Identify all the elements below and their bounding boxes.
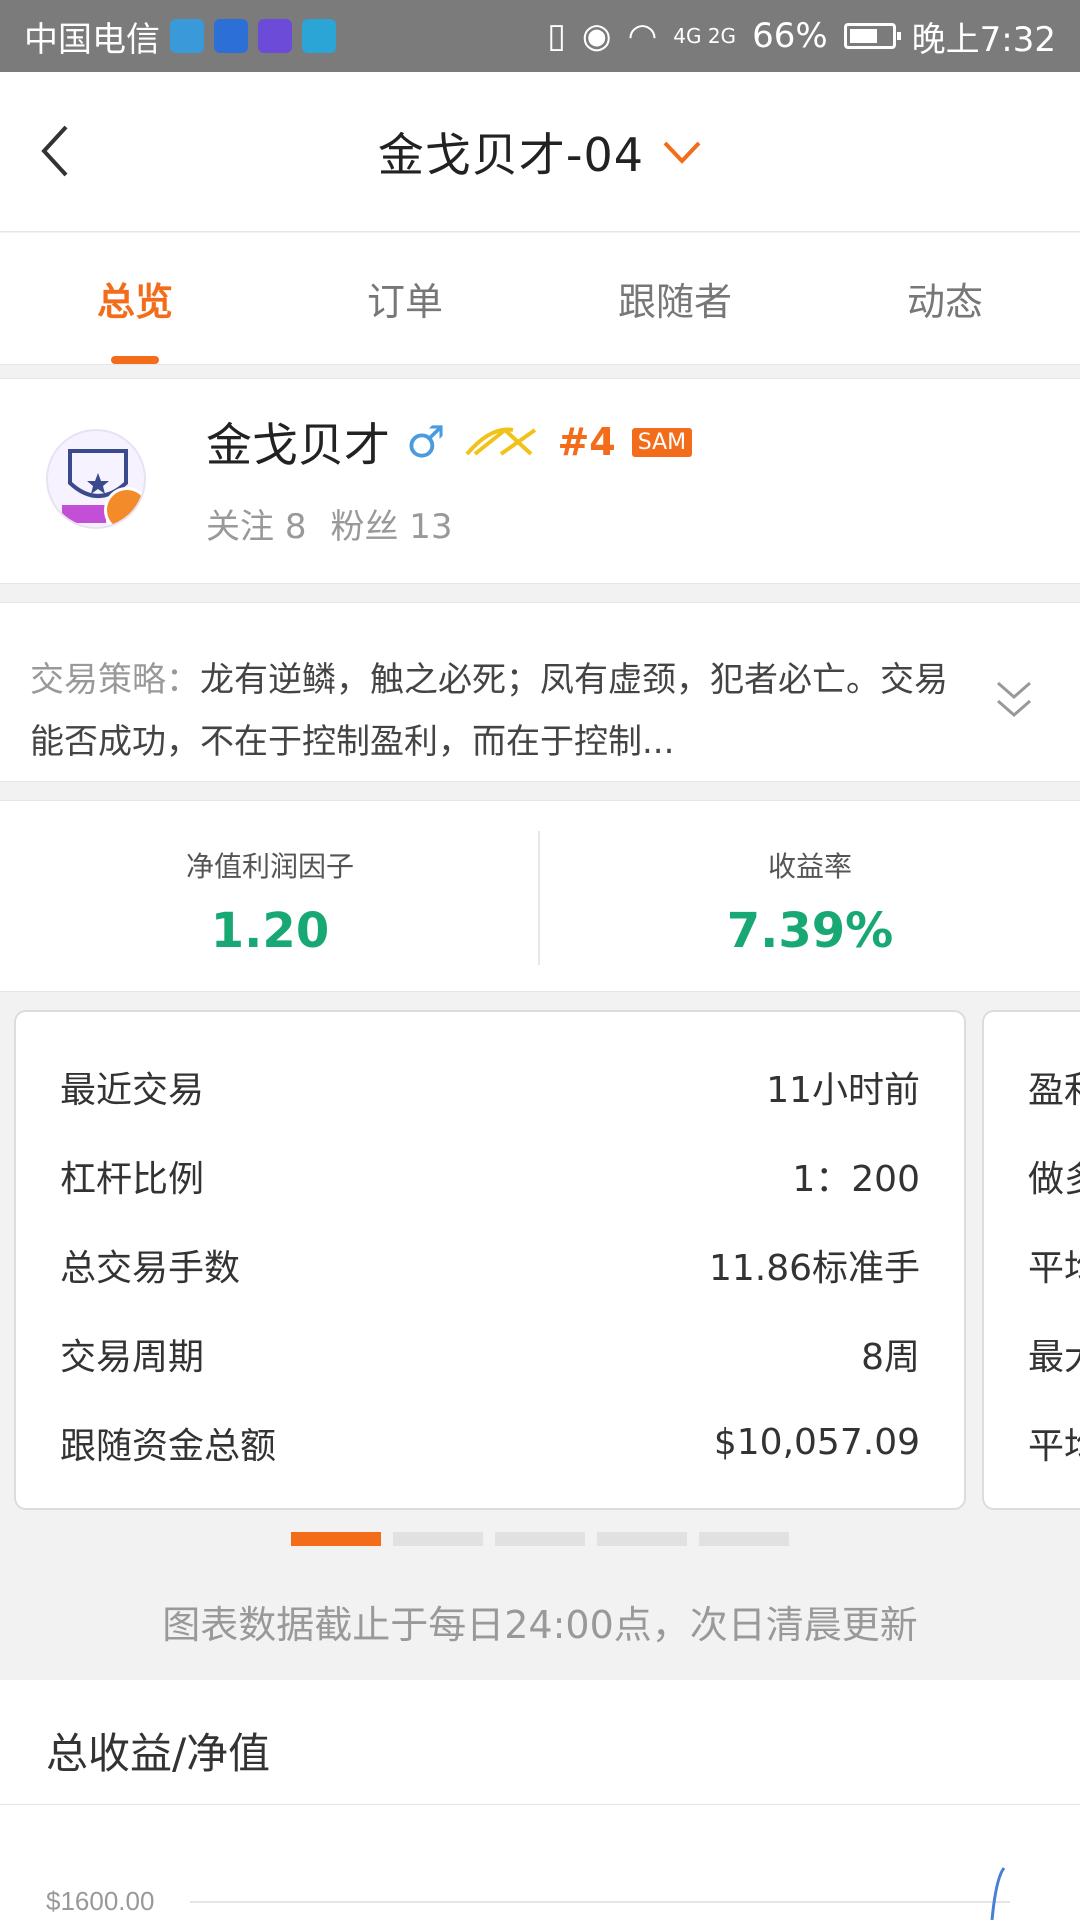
tab-label: 跟随者 (617, 280, 732, 324)
fans-stat[interactable]: 粉丝 13 (330, 499, 452, 548)
follow-stat[interactable]: 关注 8 (206, 499, 306, 548)
metric-value: 1.20 (210, 903, 330, 959)
carousel-pagination (0, 1532, 1080, 1546)
stats-carousel[interactable]: 最近交易 11小时前 杠杆比例 1：200 总交易手数 11.86标准手 交易周… (0, 1010, 1080, 1510)
stat-row: 最大 (1028, 1309, 1080, 1398)
fans-count: 13 (409, 507, 453, 547)
stat-row: 总交易手数 11.86标准手 (60, 1220, 920, 1309)
stat-row: 杠杆比例 1：200 (60, 1131, 920, 1220)
carrier-label: 中国电信 (24, 19, 160, 60)
avatar[interactable] (46, 429, 146, 529)
battery-icon (843, 23, 901, 49)
follow-count: 8 (284, 507, 307, 547)
stat-label: 平均 (1028, 1425, 1080, 1467)
app-notification-icon (214, 19, 248, 53)
fans-label: 粉丝 (330, 507, 399, 547)
tab-bar: 总览 订单 跟随者 动态 (0, 233, 1080, 365)
stat-value: 11.86标准手 (708, 1247, 920, 1289)
network-label: 4G 2G (673, 24, 737, 48)
stat-label: 最大 (1028, 1336, 1080, 1378)
metric-value: 7.39% (726, 903, 894, 959)
y-tick-label: $1600.00 (46, 1886, 154, 1916)
sam-badge: SAM (631, 427, 693, 457)
tab-label: 动态 (906, 280, 983, 324)
metric-return-rate: 收益率 7.39% (540, 801, 1080, 991)
title-dropdown[interactable]: 金戈贝才-04 (378, 119, 702, 185)
page-indicator[interactable] (393, 1532, 483, 1546)
stat-label: 交易周期 (60, 1336, 205, 1378)
page-indicator[interactable] (699, 1532, 789, 1546)
trader-name: 金戈贝才 (206, 418, 390, 472)
chart-title: 总收益/净值 (46, 1729, 271, 1778)
battery-percent: 66% (752, 16, 828, 56)
back-button[interactable] (20, 116, 90, 186)
trader-profile[interactable]: 金戈贝才 ♂ #4 SAM 关注 8 粉丝 13 (0, 378, 1080, 584)
stat-label: 平均 (1028, 1247, 1080, 1289)
divider (538, 831, 540, 965)
stat-value: $10,057.09 (713, 1422, 920, 1463)
trading-strategy[interactable]: 交易策略：龙有逆鳞，触之必死；凤有虚颈，犯者必亡。交易能否成功，不在于控制盈利，… (0, 602, 1080, 782)
app-notification-icon (170, 19, 204, 53)
stat-value: 1：200 (792, 1158, 920, 1200)
chart-section: 总收益/净值 $1600.00 (0, 1680, 1080, 1920)
stat-row: 平均 (1028, 1398, 1080, 1487)
stat-label: 跟随资金总额 (60, 1425, 277, 1467)
eye-icon: ◉ (581, 16, 612, 56)
clock: 晚上7:32 (911, 19, 1056, 60)
metric-label: 净值利润因子 (185, 850, 354, 883)
app-notification-icon (302, 19, 336, 53)
chevron-left-icon (41, 125, 68, 177)
stat-label: 做多 (1028, 1158, 1080, 1200)
stat-row: 跟随资金总额 $10,057.09 (60, 1398, 920, 1487)
double-chevron-down-icon[interactable] (994, 675, 1034, 723)
metric-profit-factor: 净值利润因子 1.20 (0, 801, 540, 991)
male-icon: ♂ (406, 416, 446, 468)
page-indicator[interactable] (291, 1532, 381, 1546)
broker-logo-icon (465, 427, 537, 456)
stat-row: 最近交易 11小时前 (60, 1042, 920, 1131)
app-notification-icon (258, 19, 292, 53)
key-metrics: 净值利润因子 1.20 收益率 7.39% (0, 800, 1080, 992)
user-badge-icon (104, 487, 144, 527)
stats-card: 最近交易 11小时前 杠杆比例 1：200 总交易手数 11.86标准手 交易周… (14, 1010, 966, 1510)
tab-overview[interactable]: 总览 (0, 233, 270, 364)
follow-label: 关注 (206, 507, 274, 547)
stat-row: 平均 (1028, 1220, 1080, 1309)
tab-followers[interactable]: 跟随者 (540, 233, 810, 364)
strategy-label: 交易策略： (30, 660, 200, 700)
app-header: 金戈贝才-04 (0, 72, 1080, 232)
stat-label: 杠杆比例 (60, 1158, 205, 1200)
data-update-note: 图表数据截止于每日24:00点，次日清晨更新 (162, 1603, 918, 1647)
stat-value: 11小时前 (766, 1069, 920, 1111)
tab-label: 订单 (366, 280, 443, 324)
equity-line (990, 1867, 1006, 1920)
stat-label: 总交易手数 (60, 1247, 241, 1289)
chevron-down-icon (663, 141, 701, 164)
vibrate-icon: ▯ (547, 16, 566, 56)
stats-card-next[interactable]: 盈利 做多 平均 最大 平均 (982, 1010, 1080, 1510)
stat-label: 盈利 (1028, 1069, 1080, 1111)
page-title: 金戈贝才-04 (377, 127, 645, 182)
stat-row: 交易周期 8周 (60, 1309, 920, 1398)
tab-orders[interactable]: 订单 (270, 233, 540, 364)
stat-row: 做多 (1028, 1131, 1080, 1220)
page-indicator[interactable] (495, 1532, 585, 1546)
stat-label: 最近交易 (60, 1069, 205, 1111)
stat-value: 8周 (861, 1336, 920, 1378)
equity-chart[interactable]: $1600.00 (0, 1804, 1080, 1920)
tab-activity[interactable]: 动态 (810, 233, 1080, 364)
status-bar: 中国电信 ▯ ◉ ◠ 4G 2G 66% 晚上7:32 (0, 0, 1080, 72)
rank-label: #4 (557, 420, 616, 464)
wifi-icon: ◠ (627, 16, 658, 56)
metric-label: 收益率 (767, 850, 852, 883)
tab-label: 总览 (96, 280, 173, 324)
tab-indicator (111, 356, 159, 364)
stat-row: 盈利 (1028, 1042, 1080, 1131)
page-indicator[interactable] (597, 1532, 687, 1546)
